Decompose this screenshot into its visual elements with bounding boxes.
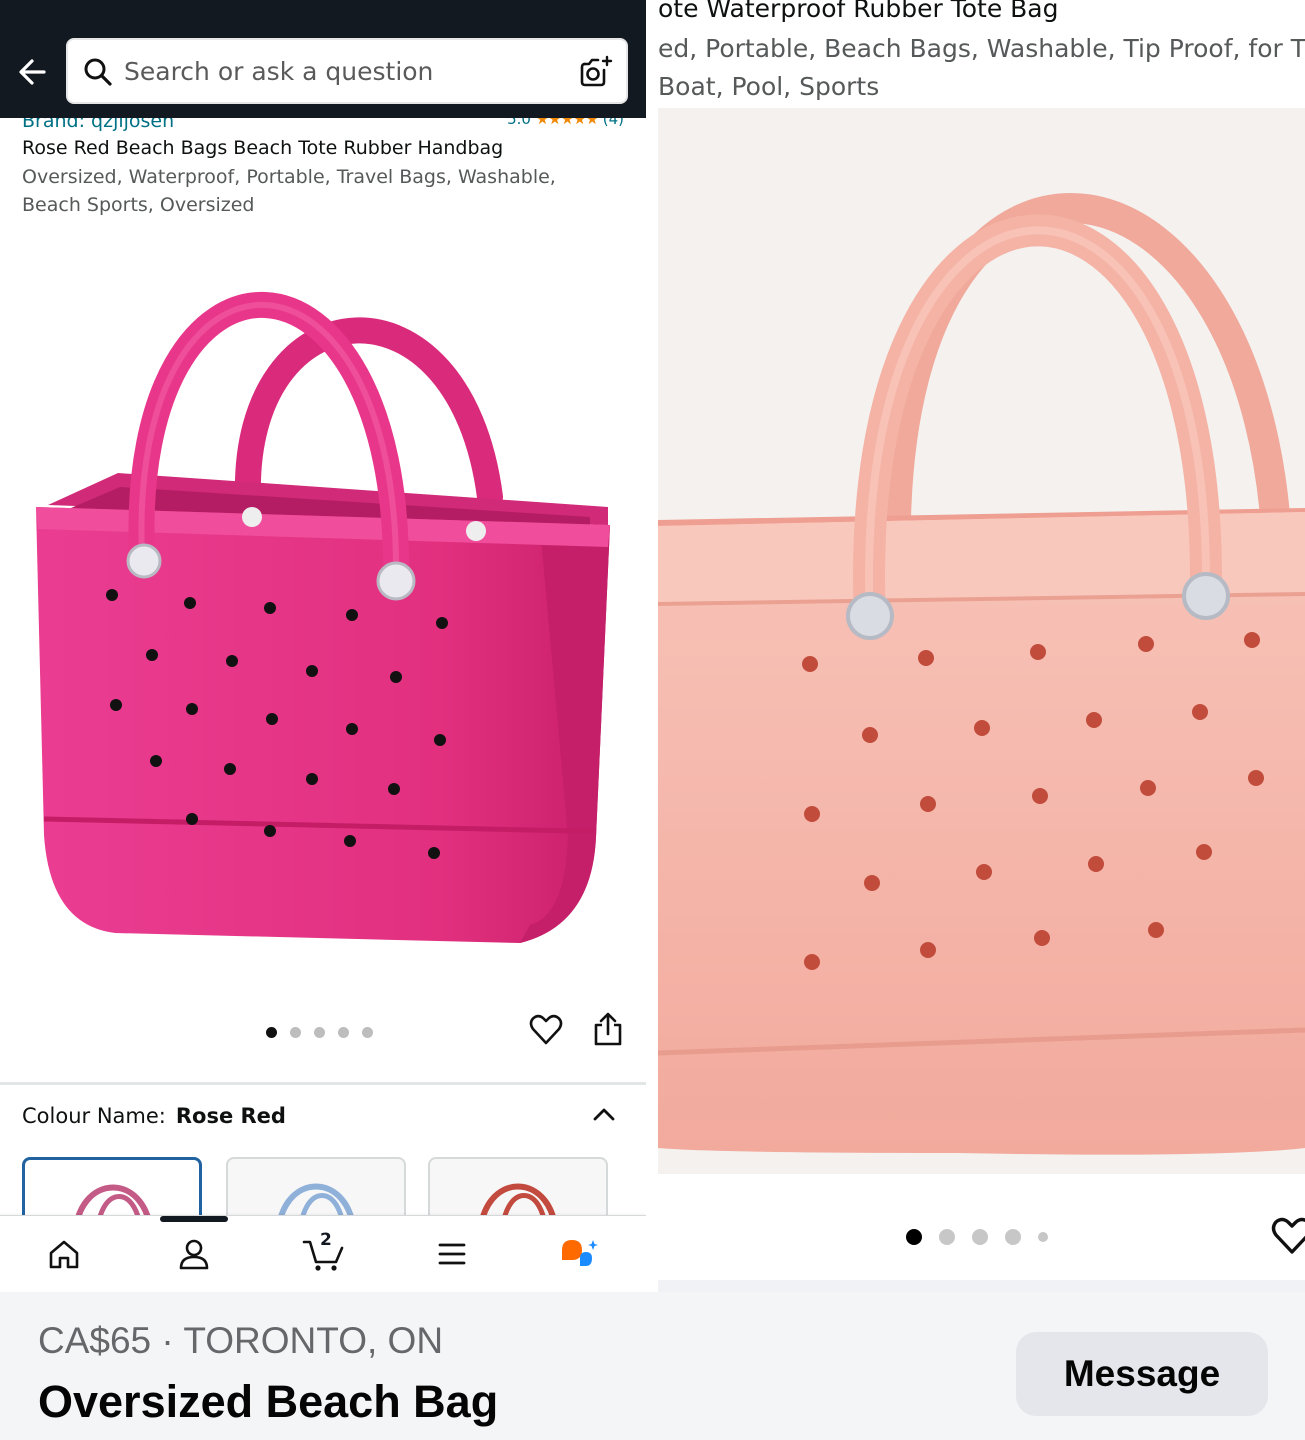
heart-icon[interactable] xyxy=(1270,1214,1305,1258)
carousel-dot[interactable] xyxy=(1005,1228,1021,1245)
product-title[interactable]: Rose Red Beach Bags Beach Tote Rubber Ha… xyxy=(22,137,632,159)
amazon-screenshot: Brand: qzjijosen 5.0 ★★★★★ (4) Rose Red … xyxy=(0,0,646,1292)
carousel-dot[interactable] xyxy=(972,1228,988,1245)
search-bar[interactable] xyxy=(66,38,628,104)
heart-icon[interactable] xyxy=(528,1012,564,1048)
product-image-pink-tote[interactable] xyxy=(658,108,1305,1174)
menu-icon[interactable] xyxy=(434,1236,470,1272)
home-icon[interactable] xyxy=(46,1236,82,1272)
cart-count-badge: 2 xyxy=(320,1230,332,1250)
search-icon xyxy=(84,58,112,86)
colour-label: Colour Name: xyxy=(22,1104,166,1128)
account-icon[interactable] xyxy=(176,1236,212,1272)
section-divider xyxy=(0,1082,646,1085)
message-button[interactable]: Message xyxy=(1016,1332,1268,1416)
product-image-rose-red-tote[interactable] xyxy=(20,225,630,970)
active-tab-indicator xyxy=(160,1216,228,1222)
cropped-product-description: ed, Portable, Beach Bags, Washable, Tip … xyxy=(658,30,1305,106)
search-input[interactable] xyxy=(124,40,564,102)
chevron-up-icon[interactable] xyxy=(590,1102,618,1126)
cropped-description-line: ed, Portable, Beach Bags, Washable, Tip … xyxy=(658,34,1305,63)
colour-value: Rose Red xyxy=(175,1104,286,1128)
listing-photo-panel: ote Waterproof Rubber Tote Bag ed, Porta… xyxy=(658,0,1305,1292)
carousel-dot[interactable] xyxy=(314,1027,325,1039)
carousel-dot[interactable] xyxy=(939,1228,955,1245)
carousel-dot[interactable] xyxy=(362,1027,373,1039)
cropped-product-title: ote Waterproof Rubber Tote Bag xyxy=(658,0,1059,23)
cropped-description-line: Boat, Pool, Sports xyxy=(658,72,880,101)
section-divider xyxy=(658,1280,1305,1292)
carousel-dot[interactable] xyxy=(290,1027,301,1039)
carousel-dot[interactable] xyxy=(1038,1231,1048,1242)
colour-selector-row: Colour Name: Rose Red xyxy=(22,1104,286,1128)
image-carousel-dots[interactable] xyxy=(266,1024,386,1039)
carousel-dot[interactable] xyxy=(906,1228,922,1245)
listing-photo-carousel-dots[interactable] xyxy=(906,1228,1065,1245)
price-and-location: CA$65 · TORONTO, ON xyxy=(38,1320,444,1361)
amazon-top-bar xyxy=(0,0,646,118)
camera-lens-icon[interactable] xyxy=(578,54,614,90)
carousel-dot[interactable] xyxy=(266,1027,277,1039)
listing-title[interactable]: Oversized Beach Bag xyxy=(38,1376,498,1428)
marketplace-listing-footer: CA$65 · TORONTO, ON Oversized Beach Bag … xyxy=(0,1292,1305,1440)
carousel-dot[interactable] xyxy=(338,1027,349,1039)
product-description[interactable]: Oversized, Waterproof, Portable, Travel … xyxy=(22,163,612,219)
share-icon[interactable] xyxy=(590,1010,626,1048)
bottom-navigation-bar: 2 xyxy=(0,1215,646,1292)
rufus-assistant-icon[interactable] xyxy=(560,1236,602,1272)
back-arrow-icon[interactable] xyxy=(14,52,54,92)
